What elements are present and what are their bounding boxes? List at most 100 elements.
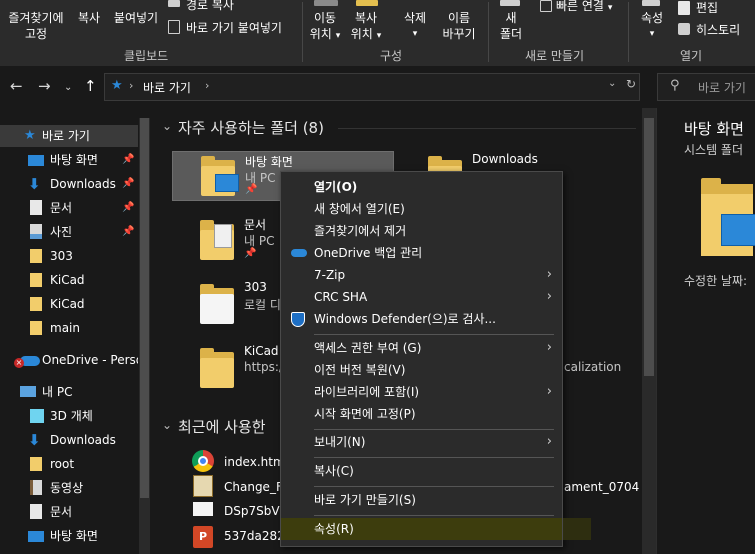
pin-quick-access-button[interactable]: 즐겨찾기에 고정 bbox=[2, 10, 70, 42]
details-subtitle: 시스템 폴더 bbox=[684, 143, 744, 157]
nav-item-folder-root[interactable]: root bbox=[0, 453, 138, 475]
history-button[interactable]: 히스토리 bbox=[696, 21, 740, 38]
nav-item-desktop[interactable]: 바탕 화면 📌 bbox=[0, 149, 138, 171]
nav-item-3d-objects[interactable]: 3D 개체 bbox=[0, 405, 138, 427]
copy-to-icon bbox=[356, 0, 378, 6]
paste-shortcut-button[interactable]: 바로 가기 붙여넣기 bbox=[186, 19, 282, 36]
content-scroll-thumb[interactable] bbox=[644, 118, 654, 376]
breadcrumb-current[interactable]: 바로 가기 bbox=[143, 79, 191, 96]
folder-icon bbox=[30, 321, 42, 335]
section-header-divider bbox=[338, 128, 636, 129]
nav-item-documents-pc[interactable]: 문서 bbox=[0, 501, 138, 523]
menu-item-label: 시작 화면에 고정(P) bbox=[314, 407, 416, 421]
menu-item-crc-sha[interactable]: CRC SHA › bbox=[281, 286, 562, 308]
chevron-down-icon: ▾ bbox=[607, 3, 613, 13]
refresh-icon[interactable]: ↻ bbox=[626, 77, 636, 91]
frequent-folders-header[interactable]: 자주 사용하는 폴더 (8) bbox=[178, 117, 324, 138]
menu-item-unpin-quick-access[interactable]: 즐겨찾기에서 제거 bbox=[281, 220, 562, 242]
up-arrow-icon[interactable]: ↑ bbox=[84, 78, 97, 94]
tile-name: 바탕 화면 bbox=[245, 155, 293, 169]
menu-item-include-library[interactable]: 라이브러리에 포함(I) › bbox=[281, 381, 562, 403]
nav-item-pictures[interactable]: 사진 📌 bbox=[0, 221, 138, 243]
easy-access-button[interactable]: 빠른 연결 ▾ bbox=[556, 0, 612, 14]
menu-item-create-shortcut[interactable]: 바로 가기 만들기(S) bbox=[281, 489, 562, 511]
ribbon: 즐겨찾기에 고정 복사 붙여넣기 경로 복사 바로 가기 붙여넣기 클립보드 이… bbox=[0, 0, 755, 66]
nav-item-folder-303[interactable]: 303 bbox=[0, 245, 138, 267]
tile-name[interactable]: 문서 bbox=[244, 216, 266, 233]
delete-button[interactable]: 삭제 ▾ bbox=[398, 10, 432, 42]
submenu-arrow-icon: › bbox=[546, 340, 552, 355]
nav-item-downloads-pc[interactable]: ⬇ Downloads bbox=[0, 429, 138, 451]
copy-path-button[interactable]: 경로 복사 bbox=[186, 0, 234, 13]
menu-item-send-to[interactable]: 보내기(N) › bbox=[281, 431, 562, 453]
pin-icon: 📌 bbox=[122, 202, 135, 213]
address-bar[interactable]: ★ › 바로 가기 › bbox=[104, 73, 640, 101]
paste-button[interactable]: 붙여넣기 bbox=[110, 10, 162, 26]
menu-item-label: 즐겨찾기에서 제거 bbox=[314, 224, 407, 238]
recent-file-name-tail: ament_0704 bbox=[564, 480, 640, 494]
tile-name[interactable]: 303 bbox=[244, 280, 267, 294]
nav-item-documents[interactable]: 문서 📌 bbox=[0, 197, 138, 219]
rename-button[interactable]: 이름 바꾸기 bbox=[438, 10, 480, 42]
nav-item-folder-main[interactable]: main bbox=[0, 317, 138, 339]
forward-arrow-icon[interactable]: → bbox=[38, 78, 51, 94]
sync-error-icon: × bbox=[14, 358, 24, 368]
details-title: 바탕 화면 bbox=[684, 120, 744, 138]
nav-item-folder-kicad[interactable]: KiCad bbox=[0, 269, 138, 291]
menu-item-copy[interactable]: 복사(C) bbox=[281, 460, 562, 482]
delete-label: 삭제 bbox=[403, 11, 427, 25]
section-collapse-chevron-icon[interactable]: ⌄ bbox=[162, 119, 172, 133]
nav-item-folder-kicad-2[interactable]: KiCad bbox=[0, 293, 138, 315]
new-folder-button[interactable]: 새 폴더 bbox=[494, 10, 528, 42]
nav-item-desktop-pc[interactable]: 바탕 화면 bbox=[0, 525, 138, 547]
menu-item-7zip[interactable]: 7-Zip › bbox=[281, 264, 562, 286]
nav-item-onedrive[interactable]: × OneDrive - Person bbox=[0, 349, 138, 371]
nav-item-this-pc[interactable]: 내 PC bbox=[0, 381, 138, 403]
menu-item-label: 보내기(N) bbox=[314, 435, 366, 449]
section-collapse-chevron-icon[interactable]: ⌄ bbox=[162, 418, 172, 432]
nav-item-label: OneDrive - Person bbox=[42, 353, 138, 367]
recent-file-name[interactable]: Change_Fi bbox=[224, 480, 285, 494]
new-folder-line1: 새 bbox=[505, 11, 517, 25]
back-arrow-icon[interactable]: ← bbox=[10, 78, 23, 94]
move-to-line2-text: 위치 bbox=[309, 27, 332, 41]
powerpoint-icon: P bbox=[193, 526, 213, 548]
move-to-button[interactable]: 이동 위치 ▾ bbox=[306, 10, 344, 44]
menu-item-pin-start[interactable]: 시작 화면에 고정(P) bbox=[281, 403, 562, 425]
recent-files-header[interactable]: 최근에 사용한 bbox=[178, 416, 266, 437]
search-box[interactable]: ⚲ 바로 가기 bbox=[657, 73, 755, 101]
document-icon bbox=[30, 504, 42, 519]
ribbon-divider bbox=[488, 2, 489, 62]
menu-item-defender-scan[interactable]: Windows Defender(으)로 검사... bbox=[281, 308, 562, 330]
edit-button[interactable]: 편집 bbox=[696, 0, 718, 16]
breadcrumb-separator-icon: › bbox=[205, 79, 210, 92]
star-icon: ★ bbox=[24, 128, 36, 143]
menu-item-give-access[interactable]: 액세스 권한 부여 (G) › bbox=[281, 337, 562, 359]
menu-item-onedrive-backup[interactable]: OneDrive 백업 관리 bbox=[281, 242, 562, 264]
new-group-label: 새로 만들기 bbox=[525, 49, 585, 63]
tile-name[interactable]: KiCad bbox=[244, 344, 279, 358]
recent-locations-chevron-icon[interactable]: ⌄ bbox=[64, 80, 72, 96]
menu-separator bbox=[314, 486, 554, 487]
nav-item-videos[interactable]: 동영상 bbox=[0, 477, 138, 499]
easy-access-label: 빠른 연결 bbox=[556, 0, 604, 13]
recent-file-name[interactable]: index.htm bbox=[224, 455, 285, 469]
edit-icon bbox=[678, 1, 690, 15]
breadcrumb-separator-icon: › bbox=[129, 79, 134, 92]
properties-button[interactable]: 속성 ▾ bbox=[634, 10, 670, 42]
nav-item-label: 3D 개체 bbox=[50, 409, 93, 423]
menu-item-open-new-window[interactable]: 새 창에서 열기(E) bbox=[281, 198, 562, 220]
copy-button[interactable]: 복사 bbox=[74, 10, 104, 26]
pin-icon: 📌 bbox=[122, 226, 135, 237]
menu-item-properties[interactable]: 속성(R) bbox=[281, 518, 562, 540]
copy-to-button[interactable]: 복사 위치 ▾ bbox=[346, 10, 386, 44]
recent-file-name[interactable]: 537da282 bbox=[224, 529, 285, 543]
menu-item-restore-versions[interactable]: 이전 버전 복원(V) bbox=[281, 359, 562, 381]
tile-name[interactable]: Downloads bbox=[472, 152, 538, 166]
recent-file-name[interactable]: DSp7SbV bbox=[224, 504, 280, 518]
menu-item-open[interactable]: 열기(O) bbox=[281, 176, 562, 198]
nav-item-downloads[interactable]: ⬇ Downloads 📌 bbox=[0, 173, 138, 195]
nav-item-quick-access[interactable]: ★ 바로 가기 bbox=[0, 125, 138, 147]
navigation-pane-scroll-thumb[interactable] bbox=[140, 118, 149, 498]
address-history-chevron-icon[interactable]: ⌄ bbox=[608, 78, 616, 89]
